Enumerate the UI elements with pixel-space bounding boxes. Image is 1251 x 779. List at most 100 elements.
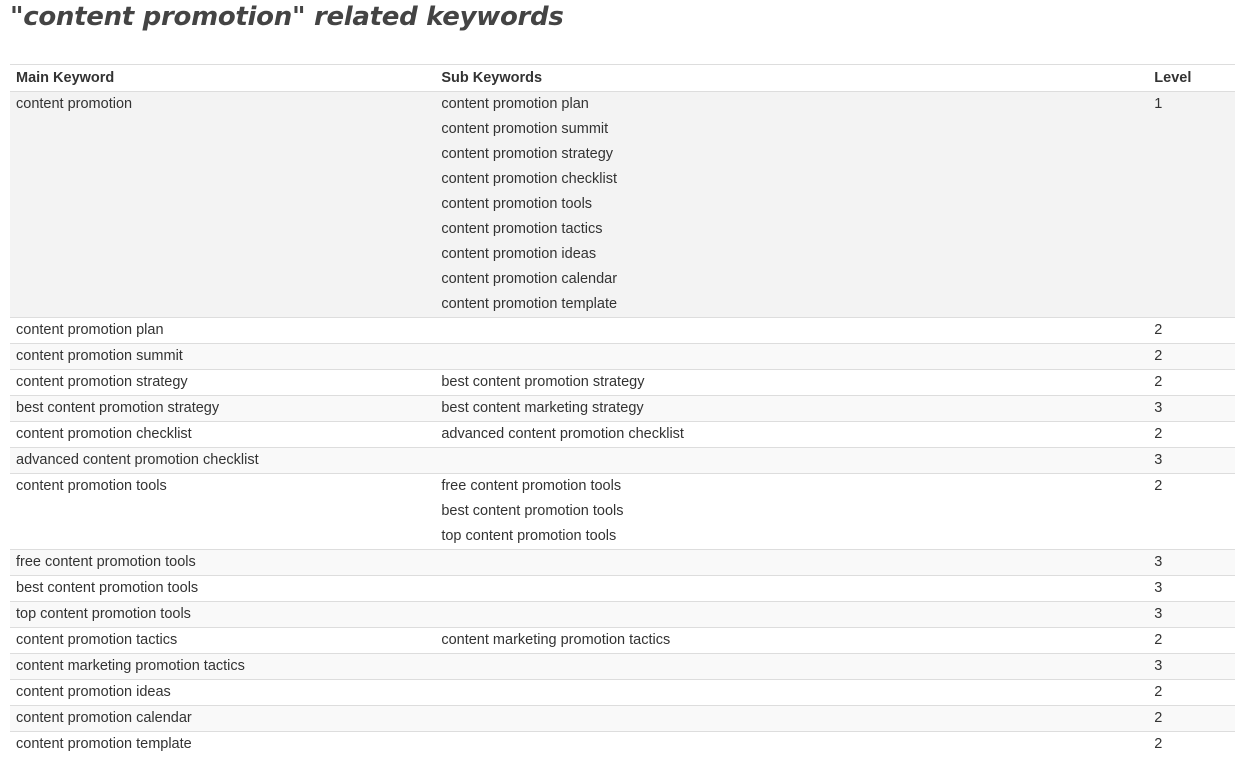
- sub-keyword-link[interactable]: content promotion strategy: [441, 146, 613, 162]
- sub-keyword-link[interactable]: advanced content promotion checklist: [441, 426, 684, 442]
- sub-keywords-cell: best content promotion strategy: [435, 369, 1149, 396]
- header-main-keyword[interactable]: Main Keyword: [10, 64, 436, 92]
- keywords-table: Main Keyword Sub Keywords Level content …: [10, 64, 1235, 757]
- sub-keywords-cell: [435, 549, 1149, 576]
- main-keyword-cell[interactable]: content promotion calendar: [10, 705, 436, 732]
- main-keyword-cell[interactable]: content promotion ideas: [10, 679, 436, 706]
- sub-keywords-cell: content marketing promotion tactics: [435, 627, 1149, 654]
- sub-keyword-link[interactable]: best content promotion strategy: [441, 374, 644, 390]
- table-row: advanced content promotion checklist 3: [10, 447, 1235, 474]
- table-row: content promotion content promotion plan c…: [10, 91, 1235, 318]
- main-keyword-cell[interactable]: best content promotion strategy: [10, 395, 436, 422]
- sub-keyword-link[interactable]: content promotion checklist: [441, 171, 617, 187]
- sub-keyword-item: content promotion checklist: [441, 167, 1142, 192]
- sub-keyword-link[interactable]: top content promotion tools: [441, 528, 616, 544]
- sub-keyword-list: best content promotion strategy: [441, 370, 1142, 395]
- level-cell: 2: [1148, 679, 1235, 706]
- level-cell: 2: [1148, 317, 1235, 344]
- main-keyword-cell[interactable]: free content promotion tools: [10, 549, 436, 576]
- level-cell: 2: [1148, 369, 1235, 396]
- sub-keyword-list: content promotion plan content promotion …: [441, 92, 1142, 317]
- main-keyword-cell[interactable]: content promotion template: [10, 732, 435, 758]
- level-cell: 2: [1148, 421, 1235, 448]
- sub-keywords-cell: [435, 732, 1148, 758]
- sub-keyword-item: content promotion template: [441, 292, 1142, 317]
- sub-keyword-list: best content marketing strategy: [441, 396, 1142, 421]
- level-cell: 3: [1148, 601, 1235, 628]
- sub-keywords-cell: [435, 317, 1149, 344]
- sub-keyword-link[interactable]: best content marketing strategy: [441, 400, 643, 416]
- main-keyword-cell[interactable]: content promotion tactics: [10, 627, 436, 654]
- sub-keyword-item: advanced content promotion checklist: [441, 422, 1142, 447]
- main-keyword-cell[interactable]: best content promotion tools: [10, 575, 436, 602]
- table-row: content promotion summit 2: [10, 343, 1235, 370]
- sub-keyword-item: content promotion summit: [441, 117, 1142, 142]
- table-row: free content promotion tools 3: [10, 549, 1235, 576]
- sub-keywords-cell: [435, 575, 1149, 602]
- sub-keyword-link[interactable]: content promotion summit: [441, 121, 608, 137]
- table-row: content promotion tactics content marketi…: [10, 627, 1235, 654]
- sub-keyword-link[interactable]: content promotion tactics: [441, 221, 602, 237]
- main-keyword-cell[interactable]: content promotion: [10, 91, 436, 318]
- level-cell: 3: [1148, 549, 1235, 576]
- sub-keyword-list: content marketing promotion tactics: [441, 628, 1142, 653]
- sub-keywords-cell: advanced content promotion checklist: [435, 421, 1149, 448]
- main-keyword-cell[interactable]: content promotion summit: [10, 343, 436, 370]
- sub-keywords-cell: [435, 447, 1149, 474]
- sub-keyword-item: content marketing promotion tactics: [441, 628, 1142, 653]
- level-cell: 3: [1148, 447, 1235, 474]
- sub-keyword-item: content promotion plan: [441, 92, 1142, 117]
- sub-keywords-cell: free content promotion tools best content…: [435, 473, 1149, 550]
- header-level[interactable]: Level: [1148, 64, 1235, 92]
- table-row: content marketing promotion tactics 3: [10, 653, 1235, 680]
- table-row: best content promotion tools 3: [10, 575, 1235, 602]
- sub-keyword-link[interactable]: content promotion calendar: [441, 271, 617, 287]
- sub-keywords-cell: [435, 679, 1149, 706]
- table-row: content promotion ideas 2: [10, 679, 1235, 706]
- table-row: content promotion strategy best content p…: [10, 369, 1235, 396]
- main-keyword-cell[interactable]: advanced content promotion checklist: [10, 447, 436, 474]
- level-cell: 2: [1148, 627, 1235, 654]
- sub-keyword-item: free content promotion tools: [441, 474, 1142, 499]
- level-cell: 3: [1148, 395, 1235, 422]
- sub-keyword-link[interactable]: content promotion tools: [441, 196, 592, 212]
- main-keyword-cell[interactable]: content promotion checklist: [10, 421, 436, 448]
- main-keyword-cell[interactable]: content marketing promotion tactics: [10, 653, 436, 680]
- sub-keyword-list: free content promotion tools best content…: [441, 474, 1142, 549]
- header-sub-keywords[interactable]: Sub Keywords: [435, 64, 1149, 92]
- sub-keyword-item: content promotion ideas: [441, 242, 1142, 267]
- level-cell: 1: [1148, 91, 1235, 318]
- main-keyword-cell[interactable]: content promotion plan: [10, 317, 436, 344]
- sub-keyword-item: content promotion strategy: [441, 142, 1142, 167]
- level-cell: 2: [1148, 705, 1235, 732]
- sub-keyword-item: content promotion tools: [441, 192, 1142, 217]
- sub-keyword-item: content promotion tactics: [441, 217, 1142, 242]
- sub-keyword-link[interactable]: best content promotion tools: [441, 503, 623, 519]
- sub-keyword-list: advanced content promotion checklist: [441, 422, 1142, 447]
- table-row: content promotion template 2: [10, 731, 1235, 758]
- sub-keywords-cell: [435, 601, 1149, 628]
- sub-keyword-item: best content marketing strategy: [441, 396, 1142, 421]
- sub-keyword-link[interactable]: content promotion template: [441, 296, 617, 312]
- sub-keyword-item: content promotion calendar: [441, 267, 1142, 292]
- table-row: best content promotion strategy best cont…: [10, 395, 1235, 422]
- sub-keyword-link[interactable]: free content promotion tools: [441, 478, 621, 494]
- sub-keywords-cell: [435, 653, 1149, 680]
- table-row: content promotion plan 2: [10, 317, 1235, 344]
- sub-keyword-item: best content promotion tools: [441, 499, 1142, 524]
- level-cell: 3: [1148, 653, 1235, 680]
- sub-keyword-link[interactable]: content promotion plan: [441, 96, 589, 112]
- sub-keywords-cell: content promotion plan content promotion …: [435, 91, 1149, 318]
- level-cell: 2: [1148, 473, 1235, 550]
- main-keyword-cell[interactable]: content promotion strategy: [10, 369, 436, 396]
- level-cell: 3: [1148, 575, 1235, 602]
- sub-keyword-link[interactable]: content promotion ideas: [441, 246, 596, 262]
- sub-keywords-cell: [435, 705, 1149, 732]
- table-header-row: Main Keyword Sub Keywords Level: [10, 64, 1235, 92]
- main-keyword-cell[interactable]: top content promotion tools: [10, 601, 436, 628]
- sub-keywords-cell: [435, 343, 1149, 370]
- sub-keyword-item: best content promotion strategy: [441, 370, 1142, 395]
- sub-keyword-link[interactable]: content marketing promotion tactics: [441, 632, 670, 648]
- table-row: content promotion checklist advanced cont…: [10, 421, 1235, 448]
- main-keyword-cell[interactable]: content promotion tools: [10, 473, 436, 550]
